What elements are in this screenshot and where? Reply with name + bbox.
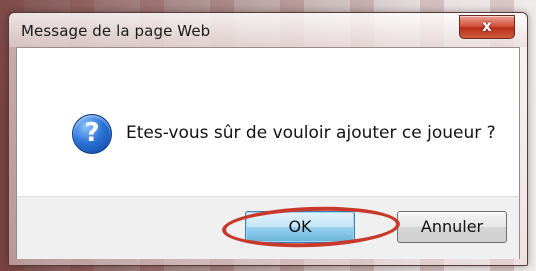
message-area: ? Etes-vous sûr de vouloir ajouter ce jo… bbox=[17, 48, 519, 196]
dialog-window: Message de la page Web x ? Etes-vous sûr… bbox=[8, 12, 528, 266]
message-text: Etes-vous sûr de vouloir ajouter ce joue… bbox=[126, 123, 496, 143]
dialog-title: Message de la page Web bbox=[21, 22, 211, 40]
cancel-button[interactable]: Annuler bbox=[397, 211, 507, 243]
title-bar[interactable]: Message de la page Web x bbox=[9, 13, 527, 47]
question-icon: ? bbox=[72, 114, 112, 154]
ok-button[interactable]: OK bbox=[245, 211, 355, 243]
button-bar: OK Annuler bbox=[17, 196, 519, 259]
dialog-body: ? Etes-vous sûr de vouloir ajouter ce jo… bbox=[16, 47, 520, 259]
close-icon: x bbox=[482, 17, 492, 35]
close-button[interactable]: x bbox=[459, 15, 515, 39]
